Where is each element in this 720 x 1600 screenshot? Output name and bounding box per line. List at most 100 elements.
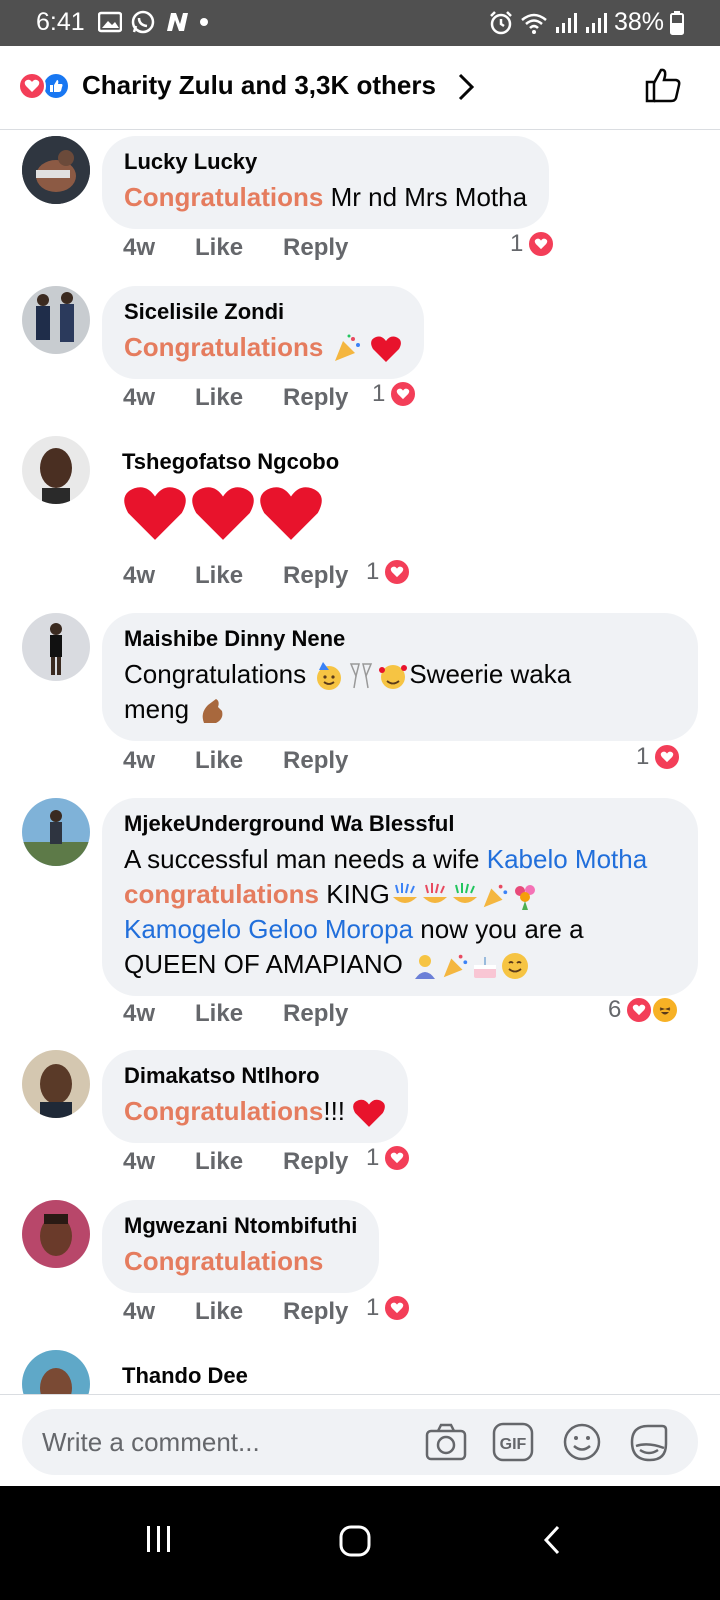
- comment-body: KING: [319, 879, 390, 909]
- comment-bubble[interactable]: Tshegofatso Ngcobo: [102, 436, 359, 544]
- system-navigation-bar: [0, 1486, 720, 1600]
- header-reactions[interactable]: [18, 72, 70, 100]
- bouquet-icon: [514, 885, 535, 911]
- comment-bubble[interactable]: Dimakatso Ntlhoro Congratulations!!!: [102, 1050, 409, 1144]
- heart-icon: [260, 487, 322, 540]
- comment-body: A successful man needs a wife: [124, 844, 487, 874]
- reaction-count-number: 6: [608, 996, 622, 1023]
- avatar[interactable]: [22, 436, 90, 504]
- comment-keyword[interactable]: Congratulations: [124, 1246, 323, 1276]
- sticker-icon[interactable]: [628, 1422, 670, 1464]
- recents-icon[interactable]: [144, 1524, 174, 1554]
- comment-bubble[interactable]: Thando Dee: [102, 1350, 268, 1390]
- comment-input[interactable]: Write a comment... GIF: [22, 1409, 698, 1475]
- avatar[interactable]: [22, 798, 90, 866]
- reply-button[interactable]: Reply: [283, 1148, 348, 1176]
- emoji-icon[interactable]: [562, 1422, 602, 1462]
- reply-button[interactable]: Reply: [283, 562, 348, 590]
- reply-button[interactable]: Reply: [283, 1000, 348, 1028]
- heart-icon: [124, 487, 186, 540]
- commenter-name[interactable]: Lucky Lucky: [124, 148, 527, 176]
- like-button[interactable]: Like: [195, 1000, 243, 1028]
- commenter-name[interactable]: MjekeUnderground Wa Blessful: [124, 810, 676, 838]
- signal-icon-2: [585, 12, 607, 33]
- avatar[interactable]: [22, 1200, 90, 1268]
- home-icon[interactable]: [338, 1524, 372, 1558]
- comment-actions: 4w Like Reply: [123, 562, 348, 590]
- commenter-name[interactable]: Mgwezani Ntombifuthi: [124, 1212, 357, 1240]
- like-reaction-icon: [42, 72, 70, 100]
- gif-icon[interactable]: GIF: [492, 1422, 534, 1462]
- thumbs-up-icon[interactable]: [644, 66, 682, 104]
- heart-icon: [370, 336, 401, 363]
- mention-link[interactable]: Kabelo Motha: [487, 844, 647, 874]
- back-icon[interactable]: [540, 1524, 564, 1556]
- like-button[interactable]: Like: [195, 1148, 243, 1176]
- reply-button[interactable]: Reply: [283, 747, 348, 775]
- svg-text:GIF: GIF: [500, 1436, 527, 1453]
- party-popper-icon: [334, 334, 360, 362]
- reaction-count[interactable]: 1: [636, 743, 682, 771]
- commenter-name[interactable]: Thando Dee: [122, 1362, 248, 1390]
- comment-actions: 4w Like Reply: [123, 1298, 348, 1326]
- camera-icon[interactable]: [424, 1422, 468, 1462]
- gallery-icon: [98, 11, 122, 33]
- comment-actions: 4w Like Reply: [123, 747, 348, 775]
- avatar[interactable]: [22, 136, 90, 204]
- reaction-count[interactable]: 1: [366, 1294, 412, 1322]
- comment-bubble[interactable]: MjekeUnderground Wa Blessful A successfu…: [102, 798, 698, 996]
- chevron-right-icon[interactable]: [455, 72, 477, 102]
- like-button[interactable]: Like: [195, 1298, 243, 1326]
- reaction-count-number: 1: [366, 1144, 380, 1171]
- comment-bubble[interactable]: Mgwezani Ntombifuthi Congratulations: [102, 1200, 380, 1293]
- comment-keyword[interactable]: Congratulations: [124, 1096, 323, 1126]
- comment-bubble[interactable]: Sicelisile Zondi Congratulations: [102, 286, 424, 380]
- commenter-name[interactable]: Maishibe Dinny Nene: [124, 625, 676, 653]
- reaction-count[interactable]: 1: [372, 380, 418, 408]
- commenter-name[interactable]: Sicelisile Zondi: [124, 298, 402, 326]
- comment-time: 4w: [123, 562, 156, 589]
- commenter-name[interactable]: Tshegofatso Ngcobo: [122, 448, 339, 476]
- avatar[interactable]: [22, 613, 90, 681]
- reaction-count[interactable]: 1: [366, 558, 412, 586]
- reaction-count[interactable]: 6: [608, 996, 680, 1024]
- alarm-icon: [490, 10, 512, 34]
- signal-icon: [555, 12, 577, 33]
- reply-button[interactable]: Reply: [283, 234, 348, 262]
- comment-bubble[interactable]: Lucky Lucky Congratulations Mr nd Mrs Mo…: [102, 136, 550, 229]
- reply-button[interactable]: Reply: [283, 384, 348, 412]
- comment-placeholder: Write a comment...: [42, 1427, 260, 1457]
- partying-face-icon: [317, 662, 342, 691]
- comment-bubble[interactable]: Maishibe Dinny Nene Congratulations Swee…: [102, 613, 698, 742]
- avatar[interactable]: [22, 1050, 90, 1118]
- person-bowing-icon: [415, 955, 436, 980]
- confetti-ball-icon: [392, 883, 417, 904]
- heart-icon: [353, 1099, 386, 1127]
- confetti-ball-icon: [422, 883, 447, 904]
- commenter-name[interactable]: Dimakatso Ntlhoro: [124, 1062, 386, 1090]
- champagne-icon: [350, 663, 373, 689]
- avatar[interactable]: [22, 286, 90, 354]
- comment-keyword[interactable]: congratulations: [124, 879, 319, 909]
- mention-link[interactable]: Kamogelo Geloo Moropa: [124, 914, 413, 944]
- like-button[interactable]: Like: [195, 384, 243, 412]
- avatar[interactable]: [22, 1350, 90, 1394]
- status-right: 38%: [488, 8, 684, 37]
- reaction-count[interactable]: 1: [510, 230, 556, 258]
- comment-keyword[interactable]: Congratulations: [124, 182, 323, 212]
- comment-text: Congratulations Sweerie waka meng: [124, 657, 676, 727]
- reaction-count[interactable]: 1: [366, 1144, 412, 1172]
- comment-keyword[interactable]: Congratulations: [124, 332, 323, 362]
- comment-text: Congratulations Mr nd Mrs Motha: [124, 180, 527, 215]
- like-button[interactable]: Like: [195, 562, 243, 590]
- reply-button[interactable]: Reply: [283, 1298, 348, 1326]
- reactions-summary[interactable]: Charity Zulu and 3,3K others: [82, 70, 436, 101]
- heart-icon: [192, 487, 254, 540]
- reaction-count-number: 1: [510, 230, 524, 257]
- party-popper-icon: [443, 954, 468, 978]
- comment-text: Congratulations: [124, 1244, 357, 1279]
- heart-icon: [383, 1294, 412, 1322]
- like-button[interactable]: Like: [195, 747, 243, 775]
- status-time: 6:41: [36, 8, 85, 36]
- like-button[interactable]: Like: [195, 234, 243, 262]
